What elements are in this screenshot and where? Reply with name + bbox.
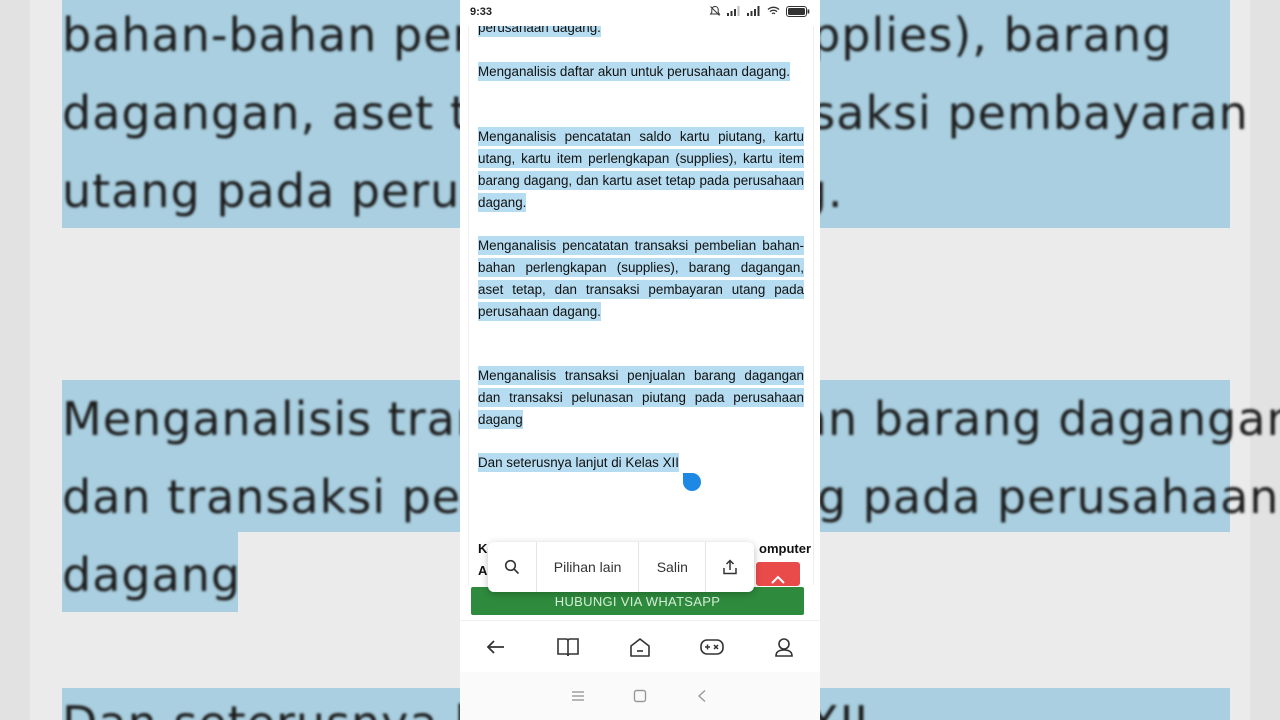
back-arrow-icon[interactable]	[476, 627, 516, 667]
profile-icon[interactable]	[764, 627, 804, 667]
share-button[interactable]	[706, 542, 754, 592]
battery-icon	[786, 5, 810, 17]
book-icon[interactable]	[548, 627, 588, 667]
article-content[interactable]: perusahaan dagang. Menganalisis daftar a…	[468, 0, 814, 585]
status-icons	[709, 5, 810, 17]
copy-button[interactable]: Salin	[639, 542, 707, 592]
home-icon[interactable]	[620, 627, 660, 667]
signal-icon	[727, 6, 740, 16]
menu-icon[interactable]	[571, 690, 585, 702]
chevron-up-icon	[771, 575, 785, 584]
paragraph: Dan seterusnya lanjut di Kelas XII	[478, 453, 679, 472]
mute-icon	[709, 5, 721, 16]
search-button[interactable]	[488, 542, 537, 592]
scroll-top-button[interactable]	[756, 562, 800, 586]
search-icon	[504, 559, 519, 575]
system-navigation-bar	[460, 672, 820, 720]
paragraph: Menganalisis pencatatan saldo kartu piut…	[478, 127, 804, 212]
bottom-navigation	[460, 620, 820, 673]
square-icon[interactable]	[633, 689, 647, 703]
selection-handle[interactable]	[683, 473, 701, 491]
partial-heading: omputer	[759, 541, 811, 556]
text-selection-menu: Pilihan lain Salin	[488, 542, 754, 592]
background-line: dagang	[62, 548, 242, 602]
status-bar: 9:33	[460, 0, 820, 26]
phone-screen: 9:33 perusahaan dagang. Menganalisis daf…	[460, 0, 820, 720]
back-icon[interactable]	[695, 689, 709, 703]
paragraph: Menganalisis daftar akun untuk perusahaa…	[478, 62, 790, 81]
status-time: 9:33	[470, 6, 493, 18]
share-icon	[723, 559, 737, 575]
more-options-button[interactable]: Pilihan lain	[537, 542, 640, 592]
paragraph: Menganalisis transaksi penjualan barang …	[478, 366, 804, 429]
signal-icon	[747, 6, 760, 16]
gamepad-icon[interactable]	[692, 627, 732, 667]
paragraph: Menganalisis pencatatan transaksi pembel…	[478, 236, 804, 321]
wifi-icon	[767, 6, 780, 15]
